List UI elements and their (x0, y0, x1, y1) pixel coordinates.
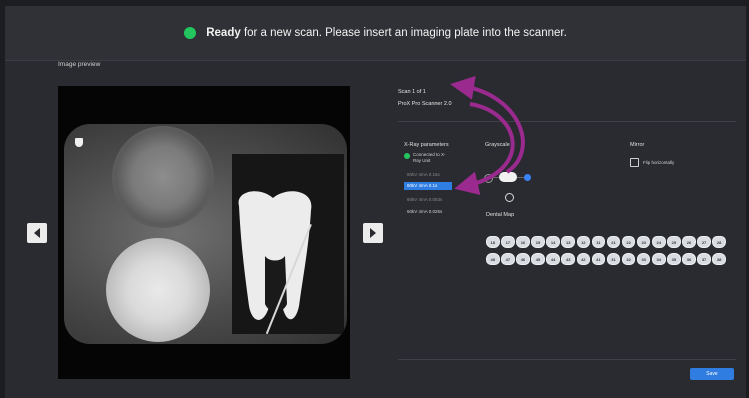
xray-option-1[interactable]: 60kV 4mA 0.16s (404, 171, 443, 179)
orientation-marker (75, 138, 83, 147)
connection-text: Connected to X-Ray Unit (413, 152, 446, 163)
tooth-31[interactable]: 31 (606, 253, 621, 265)
tooth-42[interactable]: 42 (576, 253, 591, 265)
tooth-46[interactable]: 46 (516, 253, 530, 265)
tooth-38[interactable]: 38 (712, 253, 726, 265)
scan-counter: Scan 1 of 1 (398, 89, 426, 95)
section-divider (398, 121, 736, 122)
image-preview-label: Image preview (58, 61, 101, 68)
tooth-36[interactable]: 36 (682, 253, 696, 265)
calibration-disc-bottom (106, 238, 210, 342)
xray-option-4[interactable]: 60kV 4mA 0.025s (404, 208, 445, 216)
flip-horizontal-option[interactable]: Flip horizontally (630, 158, 674, 167)
tooth-16[interactable]: 16 (516, 236, 530, 248)
tooth-41[interactable]: 41 (591, 253, 606, 265)
tooth-18[interactable]: 18 (486, 236, 500, 248)
dental-map-title: Dental Map (486, 212, 515, 218)
save-button[interactable]: Save (690, 368, 734, 380)
chevron-left-icon (34, 228, 40, 238)
tooth-27[interactable]: 27 (697, 236, 711, 248)
tooth-11[interactable]: 11 (591, 236, 606, 248)
tooth-34[interactable]: 34 (652, 253, 666, 265)
tooth-33[interactable]: 33 (636, 253, 651, 265)
tooth-45[interactable]: 45 (531, 253, 545, 265)
tooth-28[interactable]: 28 (712, 236, 726, 248)
tooth-13[interactable]: 13 (561, 236, 575, 248)
scanner-name: ProX Pro Scanner 2.0 (398, 101, 452, 107)
grayscale-slider-thumb[interactable] (499, 172, 517, 182)
tooth-44[interactable]: 44 (546, 253, 560, 265)
contrast-icon (505, 193, 514, 202)
tooth-35[interactable]: 35 (667, 253, 681, 265)
tooth-24[interactable]: 24 (652, 236, 666, 248)
tooth-32[interactable]: 32 (621, 253, 636, 265)
status-text: for a new scan. Please insert an imaging… (240, 27, 567, 39)
calibration-disc-top (112, 126, 214, 228)
status-ready-icon (184, 27, 197, 39)
xray-image (64, 124, 347, 344)
tooth-23[interactable]: 23 (636, 236, 651, 248)
xray-option-3[interactable]: 60kV 4mA 0.063s (404, 196, 445, 204)
tooth-48[interactable]: 48 (486, 253, 500, 265)
image-preview-panel (58, 86, 350, 379)
grayscale-title: Grayscale (485, 142, 510, 148)
xray-parameters-title: X-Ray parameters (404, 142, 449, 148)
tooth-43[interactable]: 43 (561, 253, 575, 265)
scan-info: Scan 1 of 1 ProX Pro Scanner 2.0 (398, 86, 452, 110)
status-message: Ready for a new scan. Please insert an i… (206, 27, 567, 39)
previous-image-button[interactable] (27, 223, 47, 243)
xray-option-2[interactable]: 60kV 4mA 0.1s (404, 182, 452, 190)
tooth-21[interactable]: 21 (606, 236, 621, 248)
tooth-37[interactable]: 37 (697, 253, 711, 265)
tooth-26[interactable]: 26 (682, 236, 696, 248)
status-prefix: Ready (206, 27, 241, 39)
xray-connection-status: Connected to X-Ray Unit (404, 152, 453, 164)
dental-map: 18 17 16 15 14 13 12 11 21 22 23 24 25 26 27 28 48 47 46 45… (486, 236, 726, 265)
flip-horizontal-label: Flip horizontally (643, 160, 675, 165)
tooth-14[interactable]: 14 (546, 236, 560, 248)
connected-icon (404, 153, 410, 159)
flip-horizontal-checkbox[interactable] (630, 158, 639, 167)
grayscale-min-handle[interactable] (484, 174, 493, 183)
grayscale-max-handle[interactable] (524, 174, 531, 181)
tooth-15[interactable]: 15 (531, 236, 545, 248)
tooth-12[interactable]: 12 (576, 236, 591, 248)
tooth-25[interactable]: 25 (667, 236, 681, 248)
status-banner: Ready for a new scan. Please insert an i… (5, 6, 746, 61)
tooth-17[interactable]: 17 (501, 236, 515, 248)
tooth-47[interactable]: 47 (501, 253, 515, 265)
tooth-22[interactable]: 22 (621, 236, 636, 248)
footer-divider (398, 359, 736, 360)
chevron-right-icon (370, 228, 376, 238)
next-image-button[interactable] (363, 223, 383, 243)
mirror-title: Mirror (630, 142, 645, 148)
